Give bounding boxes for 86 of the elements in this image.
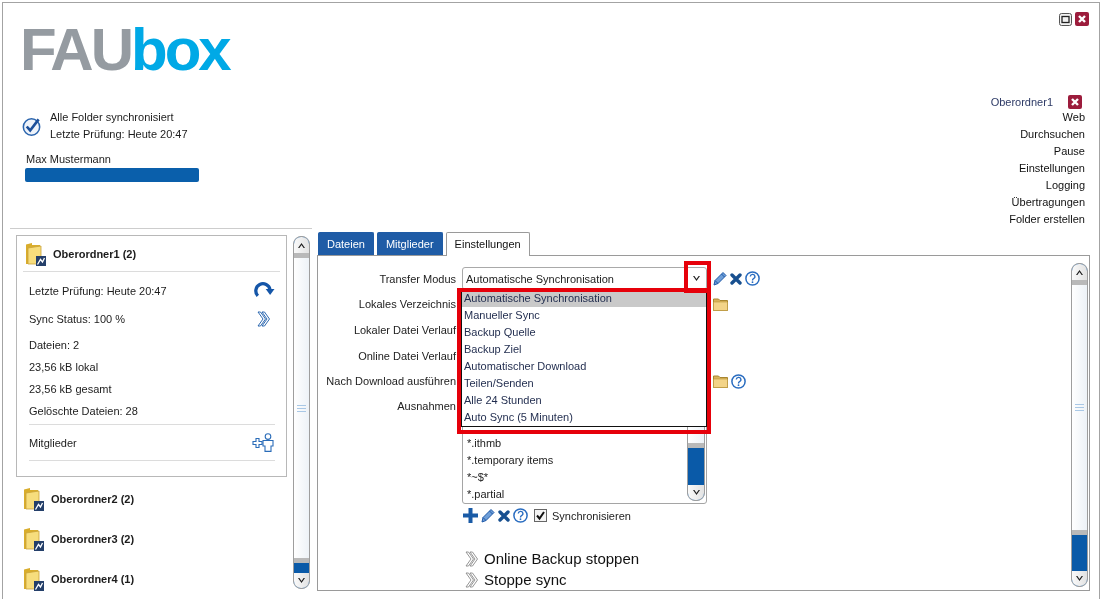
folder-icon (22, 527, 44, 551)
logo: FAUbox (20, 27, 229, 73)
detail-text: 23,56 kB lokal (29, 361, 99, 373)
dropdown-option[interactable]: Manueller Sync (462, 307, 706, 324)
close-icon[interactable] (1075, 12, 1089, 26)
cross-icon[interactable] (498, 509, 510, 522)
add-user-icon[interactable] (252, 433, 274, 452)
help-icon[interactable] (745, 271, 760, 286)
field-label: Lokaler Datei Verlauf (352, 323, 456, 337)
folder-name[interactable]: Oberordner2 (2) (51, 493, 135, 505)
list-item[interactable]: *~$* (467, 469, 489, 486)
dropdown-option[interactable]: Automatischer Download (462, 358, 706, 375)
chevron-icon[interactable] (257, 311, 270, 327)
dropdown-option[interactable]: Backup Ziel (462, 341, 706, 358)
help-icon[interactable] (513, 508, 528, 523)
plus-icon[interactable] (463, 508, 478, 523)
caret-icon (1076, 576, 1083, 581)
scroll-up-button[interactable] (1072, 264, 1087, 280)
folder-title: Oberordner1 (990, 95, 1053, 108)
maximize-icon[interactable] (1059, 12, 1072, 26)
tab[interactable]: Einstellungen (445, 232, 530, 256)
dropdown-option[interactable]: Backup Quelle (462, 324, 706, 341)
folder-icon[interactable] (713, 297, 728, 311)
field-label: Transfer Modus (378, 271, 456, 286)
list-item[interactable]: *.ithmb (467, 435, 502, 452)
scroll-thumb[interactable] (294, 253, 309, 563)
scroll-down-button[interactable] (688, 485, 704, 500)
checkbox-label: Synchronisieren (552, 509, 631, 522)
menu-link[interactable]: Durchsuchen (1020, 126, 1085, 143)
folder-icon (22, 567, 44, 591)
folder-name[interactable]: Oberordner3 (2) (51, 533, 135, 545)
scroll-thumb[interactable] (1072, 280, 1087, 535)
detail-text: Gelöschte Dateien: 28 (29, 405, 138, 417)
detail-text: Sync Status: 100 % (29, 313, 125, 325)
menu-link[interactable]: Web (1062, 109, 1085, 126)
chevron-icon (465, 550, 478, 567)
user-name: Max Mustermann (26, 152, 111, 167)
dropdown[interactable]: Automatische Synchronisation (462, 267, 707, 290)
caret-icon (692, 490, 700, 495)
scroll-down-button[interactable] (1072, 571, 1087, 586)
menu-link[interactable]: Übertragungen (1011, 194, 1085, 211)
menu-link[interactable]: Logging (1045, 177, 1085, 194)
scroll-down-button[interactable] (294, 573, 309, 588)
scroll-up-button[interactable] (294, 237, 309, 253)
grip-icon (297, 404, 306, 412)
menu-link[interactable]: Pause (1053, 143, 1085, 160)
help-icon[interactable] (731, 373, 746, 389)
checkbox[interactable] (534, 509, 547, 522)
close-icon[interactable] (1068, 94, 1082, 109)
action-link[interactable]: Online Backup stoppen (484, 549, 640, 568)
scrollbar[interactable] (1071, 263, 1088, 587)
tab[interactable]: Mitglieder (376, 232, 443, 255)
detail-text: Letzte Prüfung: Heute 20:47 (29, 284, 167, 297)
members-label: Mitglieder (29, 436, 77, 449)
dropdown-option[interactable]: Auto Sync (5 Minuten) (462, 409, 706, 426)
caret-icon (1076, 269, 1083, 275)
cross-icon[interactable] (730, 272, 742, 285)
pencil-icon[interactable] (481, 508, 495, 523)
status-text: Alle Folder synchronisiert (50, 110, 174, 125)
grip-icon (1075, 404, 1084, 411)
field-label: Nach Download ausführen (325, 374, 456, 388)
folder-name[interactable]: Oberordner4 (1) (51, 573, 135, 585)
menu-link[interactable]: Einstellungen (1018, 160, 1085, 177)
detail-text: 23,56 kB gesamt (29, 383, 112, 395)
pencil-icon[interactable] (713, 271, 727, 286)
caret-icon (692, 276, 700, 281)
caret-icon (298, 242, 305, 248)
scrollbar[interactable] (293, 236, 310, 589)
last-check-text: Letzte Prüfung: Heute 20:47 (50, 127, 188, 142)
menu-link[interactable]: Folder erstellen (1009, 211, 1085, 228)
field-label: Lokales Verzeichnis (357, 297, 456, 311)
folder-icon[interactable] (713, 374, 728, 388)
list-item[interactable]: *.partial (467, 486, 505, 503)
folder-name[interactable]: Oberordner1 (2) (53, 247, 137, 260)
list-item[interactable]: *.temporary items (467, 452, 554, 469)
detail-text: Dateien: 2 (29, 339, 80, 351)
refresh-icon[interactable] (254, 282, 275, 299)
folder-icon (22, 487, 44, 511)
chevron-icon (465, 571, 478, 588)
caret-icon (298, 578, 305, 583)
field-label: Online Datei Verlauf (357, 348, 456, 363)
dropdown-option[interactable]: Teilen/Senden (462, 375, 706, 392)
action-link[interactable]: Stoppe sync (484, 570, 567, 589)
tab[interactable]: Dateien (318, 232, 374, 255)
field-label: Ausnahmen (396, 399, 456, 414)
folder-icon (24, 241, 46, 266)
